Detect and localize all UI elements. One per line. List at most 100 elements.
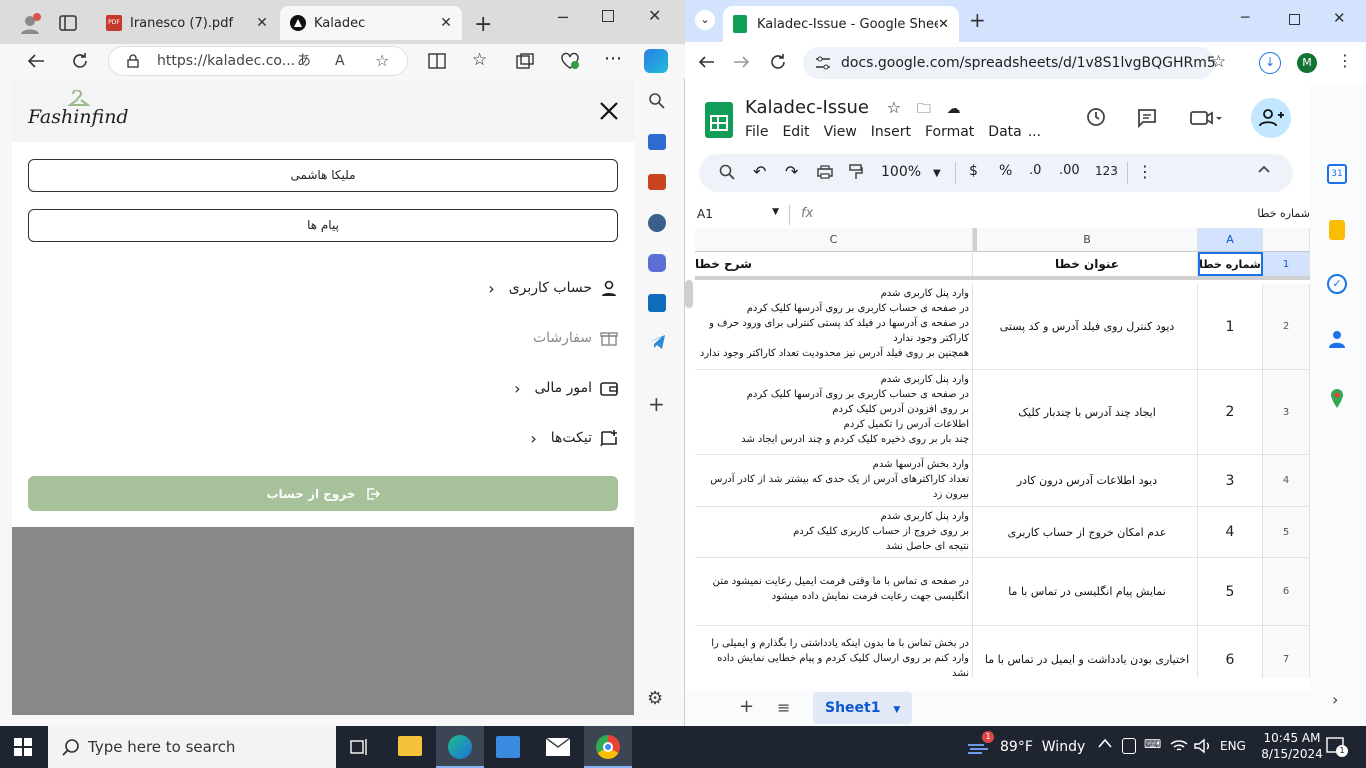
redo-icon[interactable]: ↷ — [785, 162, 798, 181]
row-number[interactable]: 7 — [1263, 626, 1310, 678]
tools-icon[interactable] — [648, 174, 666, 190]
expand-panel-icon[interactable]: › — [1332, 690, 1338, 709]
menu-tickets[interactable]: تیکت‌ها ‹ — [530, 426, 618, 450]
taskbar-search-input[interactable]: Type here to search — [48, 726, 336, 768]
split-screen-icon[interactable] — [428, 53, 446, 69]
cell-a[interactable]: 3 — [1198, 455, 1263, 506]
cell-c[interactable]: وارد پنل کاربری شدم در صفحه ی حساب کاربر… — [695, 370, 973, 454]
cell-b[interactable]: دیود اطلاعات آدرس درون کادر — [977, 455, 1198, 506]
vertical-scrollbar[interactable] — [685, 280, 693, 308]
tab-search-icon[interactable]: ⌄ — [695, 10, 715, 30]
cell-a[interactable]: 6 — [1198, 626, 1263, 678]
task-view-icon[interactable] — [350, 738, 370, 756]
column-header-a[interactable]: A — [1198, 228, 1263, 252]
tab-sheets[interactable]: Kaladec-Issue - Google Sheets ✕ — [723, 6, 959, 42]
chrome-taskbar-icon[interactable] — [584, 726, 632, 768]
start-windows-icon[interactable] — [14, 738, 32, 756]
cell-b[interactable]: عدم امکان خروج از حساب کاربری — [977, 507, 1198, 557]
settings-icon[interactable]: ⚙ — [647, 688, 663, 709]
menu-view[interactable]: View — [824, 124, 857, 140]
cell-a[interactable]: 4 — [1198, 507, 1263, 557]
window-close-button[interactable]: ✕ — [648, 6, 661, 25]
version-history-icon[interactable] — [1085, 106, 1107, 128]
cell-c[interactable]: وارد بخش آدرسها شدم تعداد کاراکترهای آدر… — [695, 455, 973, 506]
menu-format[interactable]: Format — [925, 124, 974, 140]
profile-avatar[interactable]: M — [1297, 53, 1317, 73]
ime-icon[interactable]: ⌨ — [1144, 737, 1161, 751]
move-folder-icon[interactable]: 🗀 — [917, 101, 931, 117]
close-icon[interactable]: ✕ — [252, 15, 272, 31]
cell-c[interactable]: وارد پنل کاربری شدم در صفحه ی حساب کاربر… — [695, 284, 973, 369]
messages-button[interactable]: پیام ها — [28, 209, 618, 242]
site-logo[interactable]: Fashinfind — [28, 106, 129, 128]
cell-b[interactable]: دیود کنترل روی فیلد آدرس و کد پستی — [977, 284, 1198, 369]
network-icon[interactable] — [1170, 738, 1188, 754]
menu-account[interactable]: حساب کاربری ‹ — [488, 276, 618, 300]
maps-icon[interactable] — [1330, 388, 1344, 408]
minimize-button[interactable]: ─ — [1241, 10, 1249, 26]
formula-input[interactable]: شماره خطا — [1257, 207, 1310, 220]
document-title[interactable]: Kaladec-Issue ☆ 🗀 ☁ — [745, 97, 961, 122]
games-icon[interactable] — [648, 214, 666, 232]
contacts-icon[interactable] — [1329, 330, 1345, 348]
chrome-menu-icon[interactable]: ⋮ — [1337, 51, 1353, 70]
volume-icon[interactable] — [1194, 738, 1212, 754]
undo-icon[interactable]: ↶ — [753, 162, 766, 181]
read-aloud-icon[interactable]: A — [335, 47, 345, 75]
more-options-icon[interactable]: ⋮ — [1137, 162, 1153, 181]
favorites-icon[interactable]: ☆ — [472, 50, 487, 70]
tasks-icon[interactable]: ✓ — [1327, 274, 1347, 294]
new-tab-button[interactable]: + — [969, 8, 986, 32]
profile-icon[interactable] — [18, 12, 42, 36]
tab-kaladec[interactable]: Kaladec ✕ — [280, 6, 462, 40]
number-format-button[interactable]: 123 — [1095, 164, 1118, 178]
cell-a[interactable]: 1 — [1198, 284, 1263, 369]
translate-icon[interactable]: あ — [297, 47, 311, 75]
tab-pdf[interactable]: PDF Iranesco (7).pdf ✕ — [96, 6, 278, 40]
keep-icon[interactable] — [1329, 220, 1345, 240]
cell-c[interactable]: در بخش تماس با ما بدون اینکه یادداشتی را… — [695, 626, 973, 678]
cell-a[interactable]: 5 — [1198, 558, 1263, 625]
refresh-icon[interactable] — [769, 53, 787, 71]
meet-icon[interactable] — [1190, 110, 1224, 126]
select-all-corner[interactable] — [1263, 228, 1310, 252]
address-bar[interactable]: docs.google.com/spreadsheets/d/1v8S1lvgB… — [803, 47, 1215, 79]
browser-essentials-icon[interactable] — [560, 52, 580, 70]
sheet-tab-sheet1[interactable]: Sheet1 ▼ — [813, 692, 913, 724]
close-icon[interactable]: ✕ — [436, 15, 456, 31]
shopping-tag-icon[interactable] — [648, 134, 666, 150]
mail-icon[interactable] — [546, 738, 570, 756]
back-arrow-icon[interactable] — [697, 54, 715, 70]
outlook-icon[interactable] — [648, 294, 666, 312]
all-sheets-icon[interactable]: ≡ — [777, 698, 790, 717]
cell-b1[interactable]: عنوان خطا — [977, 252, 1198, 276]
new-tab-button[interactable]: + — [474, 12, 492, 37]
microsoft365-icon[interactable] — [648, 254, 666, 272]
menu-more[interactable]: ... — [1028, 124, 1041, 140]
maximize-button[interactable] — [602, 10, 614, 22]
language-indicator[interactable]: ENG — [1220, 739, 1246, 753]
collections-icon[interactable] — [516, 53, 534, 69]
name-box[interactable]: A1 ▼ — [697, 207, 779, 221]
cell-c1[interactable]: شرح خطا — [695, 252, 973, 276]
cell-b[interactable]: اختیاری بودن یادداشت و ایمیل در تماس با … — [977, 626, 1198, 678]
row-number[interactable]: 2 — [1263, 284, 1310, 369]
menu-edit[interactable]: Edit — [782, 124, 809, 140]
favorite-star-icon[interactable]: ☆ — [375, 47, 389, 75]
calendar-icon[interactable]: 31 — [1327, 164, 1347, 184]
minimize-button[interactable]: ─ — [558, 8, 568, 27]
address-bar[interactable]: https://kaladec.co... あ A ☆ — [108, 46, 408, 76]
column-header-b[interactable]: B — [977, 228, 1198, 252]
zoom-select[interactable]: 100% ▼ — [881, 164, 941, 180]
bookmark-star-icon[interactable]: ☆ — [1211, 52, 1226, 72]
refresh-icon[interactable] — [70, 51, 90, 71]
maximize-button[interactable] — [1289, 14, 1300, 25]
search-icon[interactable] — [648, 92, 666, 110]
menu-file[interactable]: File — [745, 124, 768, 140]
column-header-c[interactable]: C — [695, 228, 973, 252]
weather-widget[interactable]: 1 89°F Windy — [966, 726, 1085, 768]
menu-insert[interactable]: Insert — [871, 124, 911, 140]
cell-c[interactable]: وارد پنل کاربری شدم بر روی خروج از حساب … — [695, 507, 973, 557]
search-menus-icon[interactable] — [719, 164, 735, 180]
menu-data[interactable]: Data — [988, 124, 1021, 140]
